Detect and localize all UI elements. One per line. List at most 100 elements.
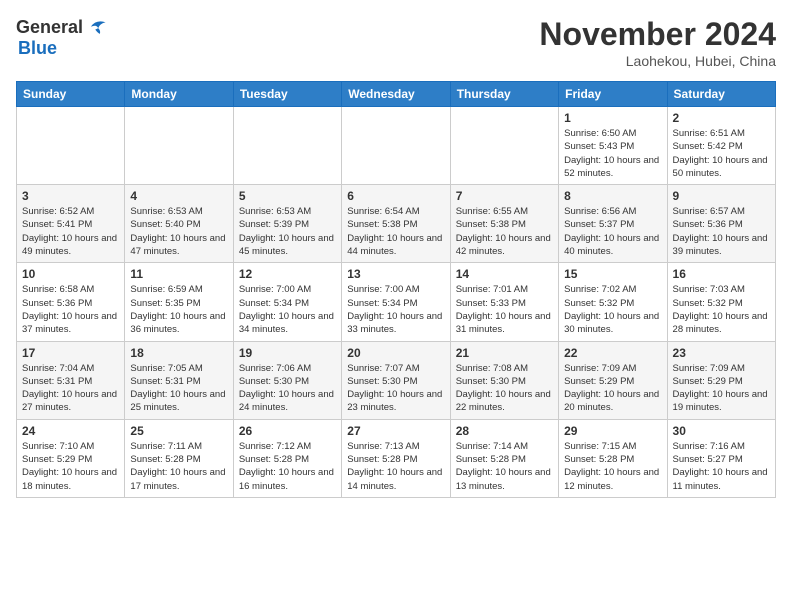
weekday-header: Friday <box>559 82 667 107</box>
weekday-header: Monday <box>125 82 233 107</box>
day-info: Sunrise: 7:05 AM Sunset: 5:31 PM Dayligh… <box>130 362 227 415</box>
weekday-header: Tuesday <box>233 82 341 107</box>
calendar-day-cell: 26 Sunrise: 7:12 AM Sunset: 5:28 PM Dayli… <box>233 419 341 497</box>
day-number: 20 <box>347 346 444 360</box>
day-number: 13 <box>347 267 444 281</box>
day-number: 29 <box>564 424 661 438</box>
day-info: Sunrise: 7:14 AM Sunset: 5:28 PM Dayligh… <box>456 440 553 493</box>
day-number: 10 <box>22 267 119 281</box>
calendar-day-cell: 18 Sunrise: 7:05 AM Sunset: 5:31 PM Dayli… <box>125 341 233 419</box>
calendar-day-cell: 4Sunrise: 6:53 AM Sunset: 5:40 PM Daylig… <box>125 185 233 263</box>
calendar-day-cell: 23Sunrise: 7:09 AM Sunset: 5:29 PM Dayli… <box>667 341 775 419</box>
day-number: 15 <box>564 267 661 281</box>
calendar-day-cell: 9 Sunrise: 6:57 AM Sunset: 5:36 PM Daylig… <box>667 185 775 263</box>
day-info: Sunrise: 7:11 AM Sunset: 5:28 PM Dayligh… <box>130 440 227 493</box>
day-info: Sunrise: 7:10 AM Sunset: 5:29 PM Dayligh… <box>22 440 119 493</box>
calendar-week-row: 24 Sunrise: 7:10 AM Sunset: 5:29 PM Dayli… <box>17 419 776 497</box>
day-number: 25 <box>130 424 227 438</box>
day-number: 16 <box>673 267 770 281</box>
page-header: General Blue November 2024 Laohekou, Hub… <box>16 16 776 69</box>
calendar-day-cell: 8Sunrise: 6:56 AM Sunset: 5:37 PM Daylig… <box>559 185 667 263</box>
weekday-header: Wednesday <box>342 82 450 107</box>
day-number: 6 <box>347 189 444 203</box>
calendar-week-row: 10 Sunrise: 6:58 AM Sunset: 5:36 PM Dayli… <box>17 263 776 341</box>
day-number: 14 <box>456 267 553 281</box>
day-info: Sunrise: 7:15 AM Sunset: 5:28 PM Dayligh… <box>564 440 661 493</box>
calendar-day-cell: 28 Sunrise: 7:14 AM Sunset: 5:28 PM Dayli… <box>450 419 558 497</box>
day-info: Sunrise: 7:00 AM Sunset: 5:34 PM Dayligh… <box>239 283 336 336</box>
weekday-header: Thursday <box>450 82 558 107</box>
calendar-day-cell: 1 Sunrise: 6:50 AM Sunset: 5:43 PM Daylig… <box>559 107 667 185</box>
logo-bird-icon <box>85 16 107 38</box>
calendar-day-cell <box>125 107 233 185</box>
weekday-header: Sunday <box>17 82 125 107</box>
calendar-day-cell <box>233 107 341 185</box>
day-number: 9 <box>673 189 770 203</box>
day-info: Sunrise: 7:08 AM Sunset: 5:30 PM Dayligh… <box>456 362 553 415</box>
day-number: 26 <box>239 424 336 438</box>
logo-general-text: General <box>16 17 83 38</box>
day-info: Sunrise: 7:04 AM Sunset: 5:31 PM Dayligh… <box>22 362 119 415</box>
day-number: 22 <box>564 346 661 360</box>
day-info: Sunrise: 6:57 AM Sunset: 5:36 PM Dayligh… <box>673 205 770 258</box>
calendar-day-cell: 25 Sunrise: 7:11 AM Sunset: 5:28 PM Dayli… <box>125 419 233 497</box>
day-info: Sunrise: 6:58 AM Sunset: 5:36 PM Dayligh… <box>22 283 119 336</box>
day-number: 5 <box>239 189 336 203</box>
day-number: 2 <box>673 111 770 125</box>
location-text: Laohekou, Hubei, China <box>539 53 776 69</box>
calendar-week-row: 1 Sunrise: 6:50 AM Sunset: 5:43 PM Daylig… <box>17 107 776 185</box>
calendar-day-cell: 5 Sunrise: 6:53 AM Sunset: 5:39 PM Daylig… <box>233 185 341 263</box>
calendar-header-row: SundayMondayTuesdayWednesdayThursdayFrid… <box>17 82 776 107</box>
day-info: Sunrise: 6:51 AM Sunset: 5:42 PM Dayligh… <box>673 127 770 180</box>
day-info: Sunrise: 6:50 AM Sunset: 5:43 PM Dayligh… <box>564 127 661 180</box>
calendar-day-cell: 13 Sunrise: 7:00 AM Sunset: 5:34 PM Dayli… <box>342 263 450 341</box>
calendar-day-cell: 15 Sunrise: 7:02 AM Sunset: 5:32 PM Dayli… <box>559 263 667 341</box>
day-info: Sunrise: 6:56 AM Sunset: 5:37 PM Dayligh… <box>564 205 661 258</box>
calendar-day-cell: 16 Sunrise: 7:03 AM Sunset: 5:32 PM Dayli… <box>667 263 775 341</box>
day-info: Sunrise: 7:03 AM Sunset: 5:32 PM Dayligh… <box>673 283 770 336</box>
calendar-week-row: 17Sunrise: 7:04 AM Sunset: 5:31 PM Dayli… <box>17 341 776 419</box>
day-number: 19 <box>239 346 336 360</box>
day-info: Sunrise: 7:01 AM Sunset: 5:33 PM Dayligh… <box>456 283 553 336</box>
calendar-day-cell: 24 Sunrise: 7:10 AM Sunset: 5:29 PM Dayli… <box>17 419 125 497</box>
day-number: 27 <box>347 424 444 438</box>
calendar-day-cell: 2 Sunrise: 6:51 AM Sunset: 5:42 PM Daylig… <box>667 107 775 185</box>
day-number: 11 <box>130 267 227 281</box>
calendar-table: SundayMondayTuesdayWednesdayThursdayFrid… <box>16 81 776 498</box>
calendar-day-cell <box>450 107 558 185</box>
calendar-day-cell: 7Sunrise: 6:55 AM Sunset: 5:38 PM Daylig… <box>450 185 558 263</box>
calendar-day-cell: 21 Sunrise: 7:08 AM Sunset: 5:30 PM Dayli… <box>450 341 558 419</box>
day-info: Sunrise: 6:55 AM Sunset: 5:38 PM Dayligh… <box>456 205 553 258</box>
weekday-header: Saturday <box>667 82 775 107</box>
day-number: 30 <box>673 424 770 438</box>
calendar-day-cell: 3Sunrise: 6:52 AM Sunset: 5:41 PM Daylig… <box>17 185 125 263</box>
calendar-day-cell <box>17 107 125 185</box>
calendar-day-cell: 22 Sunrise: 7:09 AM Sunset: 5:29 PM Dayli… <box>559 341 667 419</box>
calendar-day-cell: 10 Sunrise: 6:58 AM Sunset: 5:36 PM Dayli… <box>17 263 125 341</box>
day-number: 18 <box>130 346 227 360</box>
logo: General Blue <box>16 16 107 59</box>
calendar-day-cell: 29 Sunrise: 7:15 AM Sunset: 5:28 PM Dayli… <box>559 419 667 497</box>
calendar-day-cell: 20 Sunrise: 7:07 AM Sunset: 5:30 PM Dayli… <box>342 341 450 419</box>
day-number: 28 <box>456 424 553 438</box>
day-info: Sunrise: 7:13 AM Sunset: 5:28 PM Dayligh… <box>347 440 444 493</box>
logo-blue-text: Blue <box>18 38 57 58</box>
day-info: Sunrise: 7:02 AM Sunset: 5:32 PM Dayligh… <box>564 283 661 336</box>
day-number: 21 <box>456 346 553 360</box>
calendar-day-cell: 30Sunrise: 7:16 AM Sunset: 5:27 PM Dayli… <box>667 419 775 497</box>
day-info: Sunrise: 7:07 AM Sunset: 5:30 PM Dayligh… <box>347 362 444 415</box>
calendar-day-cell: 12Sunrise: 7:00 AM Sunset: 5:34 PM Dayli… <box>233 263 341 341</box>
day-number: 24 <box>22 424 119 438</box>
day-number: 3 <box>22 189 119 203</box>
calendar-day-cell: 14 Sunrise: 7:01 AM Sunset: 5:33 PM Dayli… <box>450 263 558 341</box>
calendar-week-row: 3Sunrise: 6:52 AM Sunset: 5:41 PM Daylig… <box>17 185 776 263</box>
day-info: Sunrise: 6:54 AM Sunset: 5:38 PM Dayligh… <box>347 205 444 258</box>
day-info: Sunrise: 7:12 AM Sunset: 5:28 PM Dayligh… <box>239 440 336 493</box>
day-number: 1 <box>564 111 661 125</box>
day-info: Sunrise: 7:00 AM Sunset: 5:34 PM Dayligh… <box>347 283 444 336</box>
day-info: Sunrise: 6:53 AM Sunset: 5:39 PM Dayligh… <box>239 205 336 258</box>
day-info: Sunrise: 7:09 AM Sunset: 5:29 PM Dayligh… <box>673 362 770 415</box>
day-number: 4 <box>130 189 227 203</box>
day-info: Sunrise: 7:09 AM Sunset: 5:29 PM Dayligh… <box>564 362 661 415</box>
month-title: November 2024 <box>539 16 776 53</box>
